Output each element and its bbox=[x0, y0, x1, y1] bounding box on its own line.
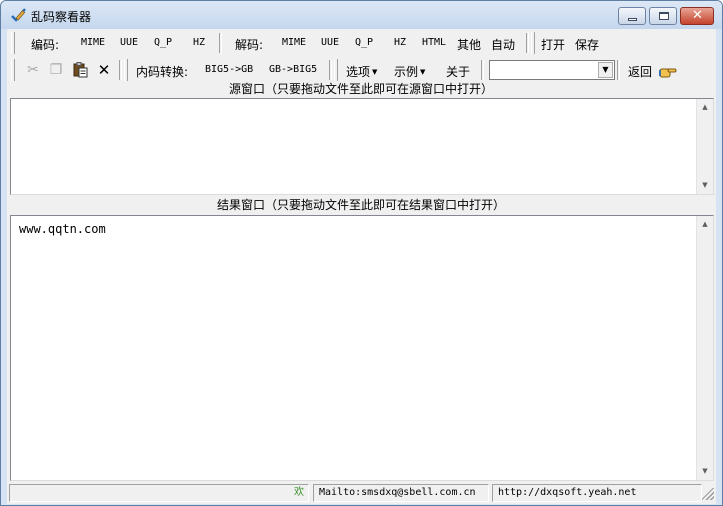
toolbar-grip[interactable] bbox=[11, 59, 15, 81]
caret-down-icon: ▼ bbox=[420, 68, 426, 76]
options-menu[interactable]: 选项 ▼ bbox=[346, 63, 377, 80]
window-title: 乱码察看器 bbox=[31, 10, 92, 24]
toolbar-separator bbox=[481, 60, 484, 80]
status-bar: 欢 Mailto:smsdxq@sbell.com.cn http://dxqs… bbox=[9, 484, 714, 502]
client-area: 编码: MIME UUE Q_P HZ 解码: MIME UUE Q_P HZ … bbox=[7, 29, 716, 504]
toolbar-grip[interactable] bbox=[334, 59, 338, 81]
edit-convert-toolbar: ✂ ❐ ✕ 内码转换: BIG5->GB GB->BIG5 选项 ▼ 示例 ▼ 关于 bbox=[9, 57, 713, 83]
source-textarea[interactable]: ▲ ▼ bbox=[10, 98, 714, 195]
minimize-icon bbox=[628, 18, 637, 21]
gb-to-big5-button[interactable]: GB->BIG5 bbox=[269, 64, 317, 75]
scroll-down-icon[interactable]: ▼ bbox=[697, 177, 713, 194]
toolbar-separator bbox=[219, 33, 222, 53]
scroll-up-icon[interactable]: ▲ bbox=[697, 99, 713, 116]
encode-uue-button[interactable]: UUE bbox=[120, 37, 138, 48]
status-url[interactable]: http://dxqsoft.yeah.net bbox=[492, 484, 702, 502]
about-button[interactable]: 关于 bbox=[446, 63, 470, 80]
decode-other-button[interactable]: 其他 bbox=[457, 36, 481, 53]
scroll-down-icon[interactable]: ▼ bbox=[697, 463, 713, 480]
result-panel-title: 结果窗口（只要拖动文件至此即可在结果窗口中打开） bbox=[216, 198, 505, 212]
toolbar-grip[interactable] bbox=[124, 59, 128, 81]
toolbar-separator bbox=[617, 60, 620, 80]
result-textarea[interactable]: www.qqtn.com ▲ ▼ bbox=[10, 215, 714, 481]
encode-qp-button[interactable]: Q_P bbox=[154, 37, 172, 48]
status-main-pane: 欢 bbox=[9, 484, 309, 502]
open-button[interactable]: 打开 bbox=[541, 36, 565, 53]
decode-uue-button[interactable]: UUE bbox=[321, 37, 339, 48]
source-panel-title: 源窗口（只要拖动文件至此即可在源窗口中打开） bbox=[228, 82, 493, 96]
delete-x-icon[interactable]: ✕ bbox=[95, 61, 113, 79]
result-text: www.qqtn.com bbox=[19, 222, 106, 236]
toolbar-grip[interactable] bbox=[531, 32, 535, 54]
status-mailto[interactable]: Mailto:smsdxq@sbell.com.cn bbox=[313, 484, 489, 502]
maximize-button[interactable] bbox=[649, 7, 677, 25]
toolbar-separator bbox=[526, 33, 529, 53]
resize-grip-icon[interactable] bbox=[702, 488, 714, 500]
encode-hz-button[interactable]: HZ bbox=[193, 37, 205, 48]
status-icon: 欢 bbox=[294, 487, 304, 498]
decode-mime-button[interactable]: MIME bbox=[282, 37, 306, 48]
decode-auto-button[interactable]: 自动 bbox=[491, 36, 515, 53]
back-button[interactable]: 返回 bbox=[628, 63, 677, 80]
app-window: 乱码察看器 ✕ 编码: MIME UUE Q_P HZ 解码: MIME UUE… bbox=[0, 0, 723, 506]
encode-mime-button[interactable]: MIME bbox=[81, 37, 105, 48]
decode-qp-button[interactable]: Q_P bbox=[355, 37, 373, 48]
source-scrollbar[interactable]: ▲ ▼ bbox=[696, 99, 713, 194]
minimize-button[interactable] bbox=[618, 7, 646, 25]
dropdown-arrow-icon[interactable]: ▼ bbox=[598, 62, 613, 78]
decode-label: 解码: bbox=[235, 38, 264, 52]
back-label: 返回 bbox=[628, 65, 653, 79]
save-button[interactable]: 保存 bbox=[575, 36, 599, 53]
title-bar[interactable]: 乱码察看器 ✕ bbox=[1, 1, 722, 29]
encode-label: 编码: bbox=[31, 38, 60, 52]
close-icon: ✕ bbox=[692, 8, 703, 23]
examples-label: 示例 bbox=[394, 65, 419, 79]
decode-html-button[interactable]: HTML bbox=[422, 37, 446, 48]
decode-hz-button[interactable]: HZ bbox=[394, 37, 406, 48]
options-label: 选项 bbox=[346, 65, 371, 79]
maximize-icon bbox=[659, 12, 669, 20]
convert-label: 内码转换: bbox=[136, 65, 189, 79]
clipboard-icon[interactable] bbox=[71, 61, 89, 79]
copy-icon[interactable]: ❐ bbox=[47, 61, 65, 79]
big5-to-gb-button[interactable]: BIG5->GB bbox=[205, 64, 253, 75]
scissors-icon[interactable]: ✂ bbox=[24, 61, 42, 79]
close-button[interactable]: ✕ bbox=[680, 7, 714, 25]
toolbar-separator bbox=[119, 60, 122, 80]
caret-down-icon: ▼ bbox=[372, 68, 378, 76]
result-scrollbar[interactable]: ▲ ▼ bbox=[696, 216, 713, 480]
encode-decode-toolbar: 编码: MIME UUE Q_P HZ 解码: MIME UUE Q_P HZ … bbox=[9, 30, 713, 56]
toolbar-separator bbox=[329, 60, 332, 80]
examples-menu[interactable]: 示例 ▼ bbox=[394, 63, 425, 80]
pen-check-icon bbox=[11, 8, 26, 22]
toolbar-grip[interactable] bbox=[11, 32, 15, 54]
scroll-up-icon[interactable]: ▲ bbox=[697, 216, 713, 233]
url-combobox[interactable]: ▼ bbox=[489, 60, 615, 80]
pointing-hand-icon bbox=[658, 68, 677, 78]
